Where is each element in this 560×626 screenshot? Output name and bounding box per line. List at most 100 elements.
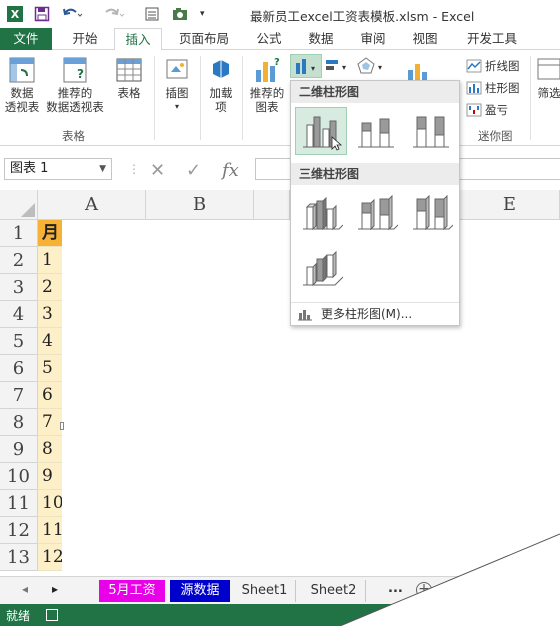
row-header[interactable]: 12: [0, 517, 38, 544]
column-chart-button[interactable]: ▾: [290, 54, 322, 78]
svg-text:▾: ▾: [378, 63, 382, 72]
redo-icon[interactable]: [104, 5, 126, 23]
pivot-table-button[interactable]: 数据 透视表: [4, 56, 40, 114]
sheet-tab-sheet1[interactable]: Sheet1: [234, 580, 296, 602]
filter-button[interactable]: 筛选: [534, 56, 560, 100]
cell-a[interactable]: 1: [38, 247, 62, 274]
sheet-tab-sheet2[interactable]: Sheet2: [302, 580, 366, 602]
addins-button[interactable]: 加载 项: [206, 56, 236, 114]
clustered-column-option[interactable]: [295, 107, 347, 155]
sheet-tab-bar: ◂ ▸ 5月工资 源数据 Sheet1 Sheet2 ... + ⋮: [0, 576, 560, 604]
row-header[interactable]: 8: [0, 409, 38, 436]
tab-formulas[interactable]: 公式: [246, 28, 292, 50]
row-header[interactable]: 10: [0, 463, 38, 490]
3d-stacked-column-option[interactable]: [350, 189, 402, 237]
sparkline-line-button[interactable]: 折线图: [466, 58, 520, 74]
row-header[interactable]: 13: [0, 544, 38, 571]
sheet-tab-source-data[interactable]: 源数据: [170, 580, 230, 602]
column-header-a[interactable]: A: [38, 190, 146, 220]
form-icon[interactable]: [144, 5, 160, 23]
tab-file[interactable]: 文件: [0, 28, 52, 50]
status-text: 就绪: [6, 609, 31, 623]
sparkline-column-button[interactable]: 柱形图: [466, 80, 520, 96]
more-sheets-button[interactable]: ...: [388, 581, 403, 596]
filter-icon: [536, 56, 560, 84]
tab-split-handle[interactable]: ⋮: [444, 583, 458, 599]
add-sheet-icon[interactable]: +: [416, 582, 432, 598]
row-header[interactable]: 11: [0, 490, 38, 517]
qat-customize-icon[interactable]: ▾: [200, 5, 205, 23]
tab-data[interactable]: 数据: [298, 28, 344, 50]
row-header[interactable]: 7: [0, 382, 38, 409]
name-box[interactable]: 图表 1 ▼: [4, 158, 112, 180]
name-box-dropdown-icon[interactable]: ▼: [99, 159, 106, 179]
worksheet-grid[interactable]: A B E 1 2 3 4 5 6 7 8 9 10 11 12 13 月 1 …: [0, 190, 560, 576]
cell-a[interactable]: 9: [38, 463, 62, 490]
radar-chart-button[interactable]: ▾: [356, 56, 386, 76]
cell-a[interactable]: 7: [38, 409, 62, 436]
row-header[interactable]: 9: [0, 436, 38, 463]
cell-a[interactable]: 6: [38, 382, 62, 409]
row-header[interactable]: 4: [0, 301, 38, 328]
tab-page-layout[interactable]: 页面布局: [170, 28, 238, 50]
cell-a1[interactable]: 月: [38, 220, 62, 247]
cell-a[interactable]: 2: [38, 274, 62, 301]
row-header[interactable]: 6: [0, 355, 38, 382]
row-header[interactable]: 3: [0, 274, 38, 301]
ribbon-insert: 数据 透视表 ? 推荐的 数据透视表 表格 表格 插图 ▾ 加载 项 ? 推荐的…: [0, 50, 560, 146]
chart-resize-handle[interactable]: [60, 422, 64, 430]
stacked-column-option[interactable]: [350, 107, 402, 155]
tab-home[interactable]: 开始: [62, 28, 108, 50]
tab-developer[interactable]: 开发工具: [458, 28, 526, 50]
column-header-e[interactable]: E: [460, 190, 560, 220]
sheet-scroll-left-icon[interactable]: ◂: [22, 582, 28, 596]
row-header[interactable]: 1: [0, 220, 38, 247]
excel-logo-icon: X: [6, 5, 24, 23]
sheet-scroll-right-icon[interactable]: ▸: [52, 582, 58, 596]
cancel-icon[interactable]: ✕: [150, 160, 165, 181]
svg-text:▾: ▾: [342, 63, 346, 72]
enter-icon[interactable]: ✓: [186, 160, 201, 181]
undo-icon[interactable]: [62, 5, 84, 23]
insert-function-icon[interactable]: fx: [222, 160, 239, 181]
cell-a[interactable]: 12: [38, 544, 62, 571]
3d-percent-stacked-column-option[interactable]: [405, 189, 457, 237]
sheet-tab-may-salary[interactable]: 5月工资: [99, 580, 165, 602]
row-header[interactable]: 2: [0, 247, 38, 274]
row-header[interactable]: 5: [0, 328, 38, 355]
camera-icon[interactable]: [172, 5, 192, 23]
recommended-charts-button[interactable]: ? 推荐的 图表: [246, 56, 288, 114]
recommended-pivot-label: 推荐的 数据透视表: [46, 86, 104, 114]
percent-stacked-column-option[interactable]: [405, 107, 457, 155]
table-button[interactable]: 表格: [112, 56, 146, 100]
macro-record-icon[interactable]: [46, 609, 58, 621]
cell-a[interactable]: 4: [38, 328, 62, 355]
cell-a[interactable]: 5: [38, 355, 62, 382]
bar-chart-button[interactable]: ▾: [324, 56, 352, 76]
column-chart-small-icon: [298, 309, 312, 320]
save-icon[interactable]: [34, 5, 50, 23]
column-header-c[interactable]: [254, 190, 290, 220]
tab-review[interactable]: 审阅: [350, 28, 396, 50]
recommended-pivot-button[interactable]: ? 推荐的 数据透视表: [44, 56, 106, 114]
svg-text:X: X: [11, 8, 20, 21]
group-separator: [242, 56, 243, 140]
recommended-pivot-icon: ?: [61, 56, 89, 84]
more-column-charts-button[interactable]: 更多柱形图(M)...: [291, 302, 459, 324]
sparkline-line-icon: [466, 59, 482, 73]
column-header-b[interactable]: B: [146, 190, 254, 220]
tab-view[interactable]: 视图: [402, 28, 448, 50]
cell-a[interactable]: 8: [38, 436, 62, 463]
tab-insert[interactable]: 插入: [114, 28, 162, 51]
sparklines-group-label: 迷你图: [478, 129, 513, 143]
cell-a[interactable]: 10: [38, 490, 62, 517]
3d-clustered-column-option[interactable]: [295, 189, 347, 237]
sparkline-winloss-button[interactable]: 盈亏: [466, 102, 508, 118]
3d-column-option[interactable]: [295, 245, 347, 293]
illustrations-button[interactable]: 插图 ▾: [160, 56, 194, 114]
select-all-corner[interactable]: [0, 190, 38, 220]
cell-a[interactable]: 11: [38, 517, 62, 544]
table-icon: [115, 56, 143, 84]
percent-stacked-column-icon: [413, 116, 449, 148]
cell-a[interactable]: 3: [38, 301, 62, 328]
